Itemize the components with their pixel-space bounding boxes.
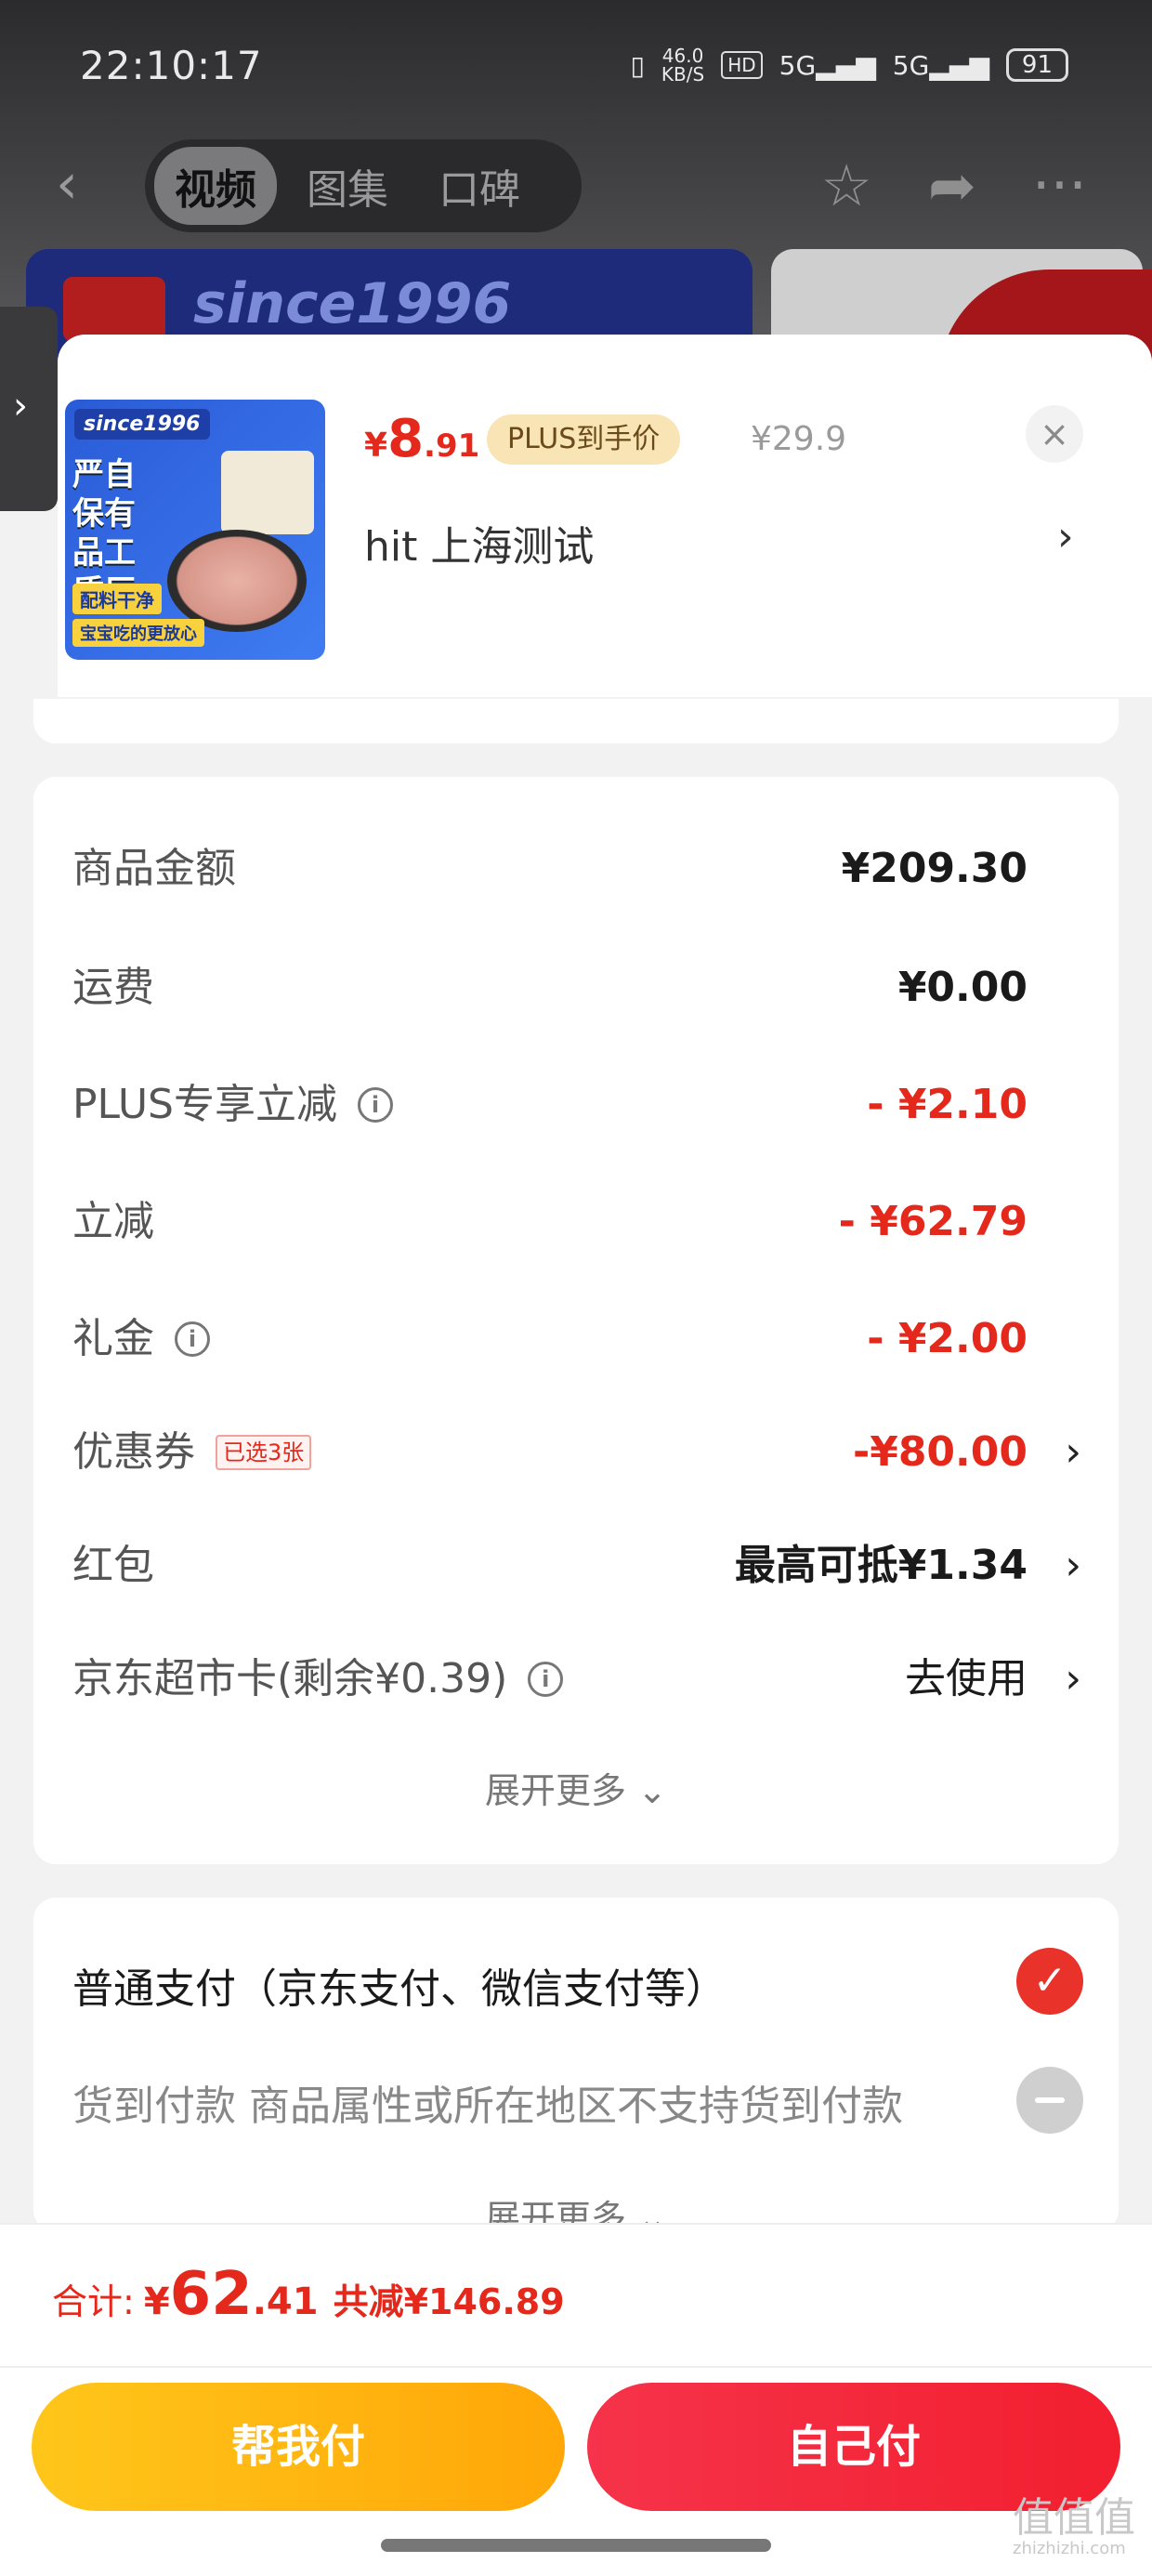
row-red-packet[interactable]: 红包 最高可抵¥1.34 › bbox=[33, 1524, 1119, 1608]
back-arrow-icon[interactable]: ‹ bbox=[56, 156, 111, 212]
payment-option-normal[interactable]: 普通支付（京东支付、微信支付等） bbox=[72, 1955, 727, 2015]
side-collapse-tab[interactable]: › bbox=[0, 307, 58, 511]
nav-actions: ☆ ➦ ··· bbox=[820, 156, 1087, 216]
total-label: 合计: bbox=[52, 2281, 135, 2322]
row-instant-discount: 立减 - ¥62.79 bbox=[33, 1180, 1119, 1264]
row-label: PLUS专享立减 i bbox=[72, 1063, 393, 1147]
more-icon[interactable]: ··· bbox=[1032, 156, 1087, 216]
background-page: 22:10:17 ▯ 46.0 KB/S HD 5G▂▄▆ 5G▂▄▆ 91 ‹ … bbox=[0, 0, 1152, 381]
row-label: 礼金 i bbox=[72, 1297, 210, 1381]
status-time: 22:10:17 bbox=[80, 43, 263, 88]
chevron-right-icon: › bbox=[1065, 1542, 1081, 1589]
row-value: - ¥2.00 bbox=[867, 1315, 1028, 1362]
disabled-radio-icon bbox=[1016, 2067, 1083, 2134]
row-label: 红包 bbox=[72, 1542, 154, 1589]
row-shipping: 运费 ¥0.00 bbox=[33, 946, 1119, 1030]
thumb-tag-2: 宝宝吃的更放心 bbox=[72, 619, 204, 647]
product-thumbnail[interactable]: since1996 严自保有品工质厂 配料干净 宝宝吃的更放心 bbox=[65, 400, 325, 660]
row-value: 去使用 bbox=[905, 1655, 1028, 1702]
tab-reviews[interactable]: 口碑 bbox=[418, 147, 541, 225]
thumb-can bbox=[221, 451, 314, 534]
row-goods-amount: 商品金额 ¥209.30 bbox=[33, 827, 1119, 911]
home-indicator[interactable] bbox=[381, 2539, 771, 2552]
status-bar: 22:10:17 ▯ 46.0 KB/S HD 5G▂▄▆ 5G▂▄▆ 91 bbox=[0, 0, 1152, 130]
nav-tabs: 视频 图集 口碑 bbox=[145, 139, 582, 232]
row-value: - ¥2.10 bbox=[867, 1081, 1028, 1128]
banner-text: since1996 bbox=[193, 271, 512, 336]
divider bbox=[0, 2366, 1152, 2368]
signal-icon: 5G▂▄▆ bbox=[779, 49, 876, 81]
pay-myself-button[interactable]: 自己付 bbox=[587, 2383, 1120, 2511]
total-integer: 62 bbox=[169, 2260, 253, 2329]
brand-logo bbox=[63, 277, 165, 342]
share-icon[interactable]: ➦ bbox=[928, 156, 976, 216]
amounts-card: 商品金额 ¥209.30 运费 ¥0.00 PLUS专享立减 i - ¥2.10 … bbox=[33, 777, 1119, 1864]
row-label: 优惠券 已选3张 bbox=[72, 1411, 312, 1494]
row-gift-money: 礼金 i - ¥2.00 bbox=[33, 1297, 1119, 1381]
watermark: 值值值 zhizhizhi.com bbox=[1013, 2494, 1135, 2559]
chevron-right-icon[interactable]: › bbox=[1057, 513, 1074, 560]
checkmark-icon[interactable]: ✓ bbox=[1016, 1948, 1083, 2015]
help-me-pay-button[interactable]: 帮我付 bbox=[32, 2383, 565, 2511]
star-icon[interactable]: ☆ bbox=[820, 156, 872, 216]
payment-option-cod: 货到付款 商品属性或所在地区不支持货到付款 bbox=[72, 2083, 903, 2130]
row-label: 京东超市卡(剩余¥0.39) i bbox=[72, 1637, 564, 1721]
row-label: 商品金额 bbox=[72, 845, 236, 892]
row-plus-discount: PLUS专享立减 i - ¥2.10 bbox=[33, 1063, 1119, 1147]
close-button[interactable]: × bbox=[1026, 405, 1083, 463]
info-icon[interactable]: i bbox=[175, 1321, 210, 1357]
price-decimal: .91 bbox=[424, 427, 480, 465]
vibrate-icon: ▯ bbox=[630, 49, 645, 81]
battery-icon: 91 bbox=[1005, 48, 1068, 82]
hd-icon: HD bbox=[721, 51, 763, 79]
tab-gallery[interactable]: 图集 bbox=[286, 147, 409, 225]
info-icon[interactable]: i bbox=[358, 1087, 393, 1123]
status-icons: ▯ 46.0 KB/S HD 5G▂▄▆ 5G▂▄▆ 91 bbox=[630, 45, 1068, 85]
total-reduction: 共减¥146.89 bbox=[333, 2281, 565, 2322]
chevron-right-icon: › bbox=[1065, 1655, 1081, 1702]
shop-name[interactable]: hit 上海测试 bbox=[364, 513, 594, 572]
payment-card: 普通支付（京东支付、微信支付等） ✓ 货到付款 商品属性或所在地区不支持货到付款… bbox=[33, 1898, 1119, 2232]
row-supermarket-card[interactable]: 京东超市卡(剩余¥0.39) i 去使用 › bbox=[33, 1637, 1119, 1721]
signal-icon-2: 5G▂▄▆ bbox=[892, 49, 989, 81]
top-nav: ‹ 视频 图集 口碑 ☆ ➦ ··· bbox=[0, 139, 1152, 232]
chevron-right-icon: › bbox=[13, 385, 28, 427]
row-value: -¥80.00 bbox=[852, 1428, 1028, 1476]
thumb-meat bbox=[167, 530, 307, 632]
row-label: 立减 bbox=[72, 1198, 154, 1245]
info-icon[interactable]: i bbox=[528, 1662, 564, 1697]
price-integer: 8 bbox=[387, 409, 425, 469]
total-decimal: .41 bbox=[252, 2280, 319, 2323]
row-label: 运费 bbox=[72, 964, 154, 1011]
tab-video[interactable]: 视频 bbox=[154, 147, 277, 225]
order-total: 合计: ¥ 62 .41 共减¥146.89 bbox=[52, 2260, 565, 2329]
chevron-right-icon: › bbox=[1065, 1428, 1081, 1476]
row-value: 最高可抵¥1.34 bbox=[734, 1542, 1028, 1589]
row-value: - ¥62.79 bbox=[838, 1198, 1028, 1245]
row-value: ¥0.00 bbox=[897, 964, 1028, 1011]
product-price: ¥ 8 .91 bbox=[364, 409, 479, 469]
row-coupon[interactable]: 优惠券 已选3张 -¥80.00 › bbox=[33, 1411, 1119, 1494]
plus-price-tag: PLUS到手价 bbox=[487, 414, 681, 465]
net-speed: 46.0 KB/S bbox=[661, 45, 705, 85]
coupon-selected-badge: 已选3张 bbox=[216, 1435, 312, 1470]
expand-more-button[interactable]: 展开更多 ⌄ bbox=[33, 1762, 1119, 1813]
total-symbol: ¥ bbox=[143, 2280, 170, 2323]
thumb-brand: since1996 bbox=[74, 409, 210, 440]
thumb-tag: 配料干净 bbox=[72, 584, 162, 614]
original-price: ¥29.9 bbox=[751, 420, 847, 458]
row-value: ¥209.30 bbox=[841, 845, 1028, 892]
price-symbol: ¥ bbox=[364, 427, 388, 465]
card-strip bbox=[33, 699, 1119, 743]
